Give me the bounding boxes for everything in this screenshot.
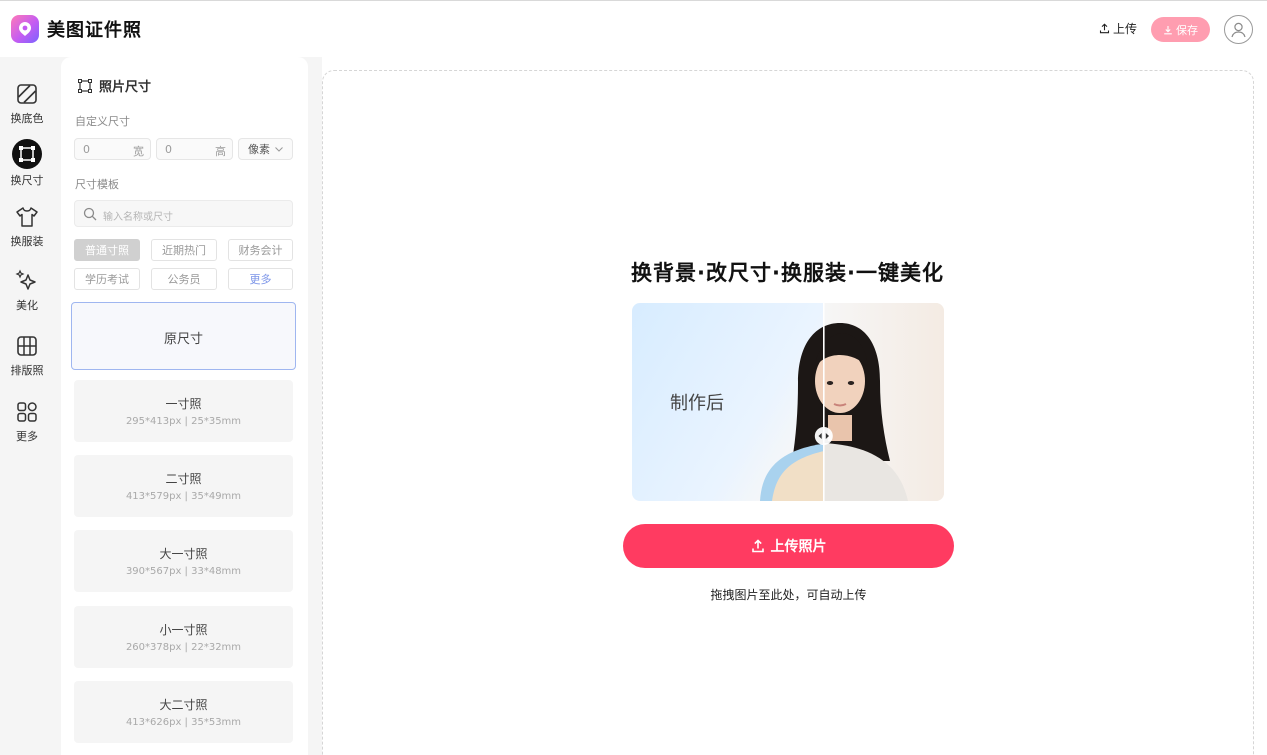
after-label: 制作后: [670, 393, 724, 414]
height-unit: 高: [215, 145, 226, 158]
rail-item-label: 美化: [16, 299, 38, 312]
drop-hint: 拖拽图片至此处，可自动上传: [710, 588, 867, 602]
feature-headline: 换背景·改尺寸·换服装·一键美化: [631, 261, 944, 285]
size-card-spec: 413*579px | 35*49mm: [125, 491, 242, 502]
panel-title-text: 照片尺寸: [99, 80, 152, 95]
rail-item-label: 更多: [16, 430, 38, 443]
size-card-spec: 295*413px | 25*35mm: [125, 416, 242, 427]
rail-item-label: 换服装: [10, 235, 44, 248]
size-card-name: 原尺寸: [163, 332, 203, 347]
save-button[interactable]: 保存: [1151, 17, 1210, 42]
size-card-name: 大二寸照: [159, 698, 208, 712]
size-card-small-1inch[interactable]: 小一寸照 260*378px | 22*32mm: [74, 606, 293, 668]
width-unit: 宽: [133, 145, 144, 158]
rail-item-more[interactable]: 更多: [0, 399, 54, 444]
app-logo-icon: [11, 15, 39, 43]
user-avatar-icon[interactable]: [1224, 15, 1253, 44]
upload-photo-label: 上传照片: [770, 539, 827, 555]
width-value: 0: [83, 143, 90, 156]
header-upload-button[interactable]: 上传: [1099, 20, 1137, 37]
size-card-spec: 413*626px | 35*53mm: [125, 717, 242, 728]
unit-select[interactable]: 像素: [238, 138, 293, 160]
upload-icon: [751, 539, 764, 553]
crop-frame-icon: [78, 78, 92, 93]
height-value: 0: [165, 143, 172, 156]
size-card-name: 小一寸照: [159, 623, 208, 637]
upload-photo-button[interactable]: 上传照片: [623, 524, 954, 568]
header-upload-label: 上传: [1113, 22, 1138, 36]
grid-icon: [14, 333, 40, 359]
crop-size-icon: [12, 139, 42, 169]
chevron-down-icon: [275, 146, 283, 152]
template-label: 尺寸模板: [75, 178, 119, 191]
height-input[interactable]: 0 高: [156, 138, 233, 160]
rail-item-label: 换底色: [10, 112, 44, 125]
unit-select-value: 像素: [248, 143, 270, 156]
rail-item-background[interactable]: 换底色: [0, 81, 54, 126]
size-card-spec: 260*378px | 22*32mm: [125, 642, 242, 653]
rail-item-resize[interactable]: 换尺寸: [0, 139, 54, 188]
size-card-original[interactable]: 原尺寸: [71, 302, 296, 370]
size-card-name: 一寸照: [165, 397, 202, 411]
panel-title: 照片尺寸: [78, 76, 151, 95]
size-card-name: 二寸照: [165, 472, 202, 486]
search-icon: [83, 207, 97, 221]
tshirt-icon: [14, 204, 40, 230]
size-card-1inch[interactable]: 一寸照 295*413px | 25*35mm: [74, 380, 293, 442]
app-title: 美图证件照: [47, 20, 142, 41]
rail-item-layout[interactable]: 排版照: [0, 333, 54, 378]
left-tool-rail: 换底色 换尺寸 换服装 美化 排版照 更多: [0, 57, 54, 755]
custom-size-label: 自定义尺寸: [75, 115, 130, 128]
rail-item-label: 换尺寸: [10, 174, 44, 187]
size-card-large-1inch[interactable]: 大一寸照 390*567px | 33*48mm: [74, 530, 293, 592]
upload-icon: [1099, 23, 1110, 34]
download-icon: [1164, 25, 1172, 34]
top-header: 美图证件照 上传 保存: [0, 0, 1267, 57]
size-card-2inch[interactable]: 二寸照 413*579px | 35*49mm: [74, 455, 293, 517]
rail-item-label: 排版照: [10, 364, 44, 377]
size-card-large-2inch[interactable]: 大二寸照 413*626px | 35*53mm: [74, 681, 293, 743]
size-search-input[interactable]: 输入名称或尺寸: [74, 200, 293, 227]
apps-icon: [14, 399, 40, 425]
background-swap-icon: [14, 81, 40, 107]
rail-item-clothes[interactable]: 换服装: [0, 204, 54, 249]
save-label: 保存: [1176, 23, 1198, 37]
size-card-spec: 390*567px | 33*48mm: [125, 566, 242, 577]
width-input[interactable]: 0 宽: [74, 138, 151, 160]
size-card-name: 大一寸照: [159, 547, 208, 561]
search-placeholder: 输入名称或尺寸: [103, 212, 173, 223]
